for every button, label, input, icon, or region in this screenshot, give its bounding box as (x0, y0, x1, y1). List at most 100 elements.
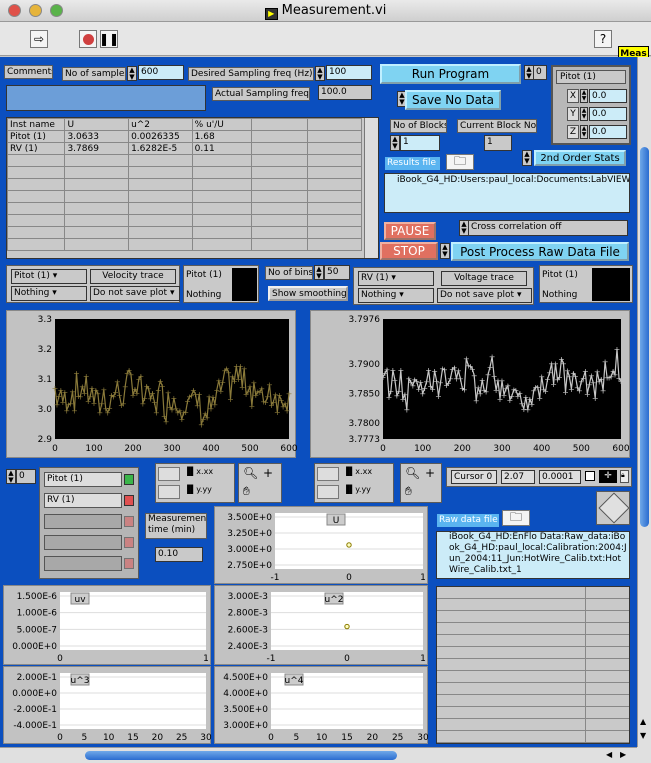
no-of-blocks-field[interactable]: 1 (400, 135, 440, 151)
left-mode-select[interactable]: Nothing ▾ (11, 286, 87, 301)
desired-freq-field[interactable]: 100 (326, 65, 372, 80)
instrument-toggle[interactable] (124, 495, 134, 506)
table-row[interactable] (6, 178, 363, 191)
run-arrow-button[interactable]: ⇨ (30, 30, 48, 48)
velocity-trace-select[interactable]: Velocity trace (90, 269, 176, 284)
comments-field[interactable] (6, 85, 206, 111)
help-button[interactable]: ? (594, 30, 612, 48)
cursor-tool-icon-right[interactable]: + (425, 466, 435, 480)
run-index-field[interactable]: 0 (533, 65, 547, 80)
table-row[interactable] (6, 166, 363, 179)
cursor-mover[interactable] (596, 491, 630, 525)
abort-button[interactable] (79, 30, 97, 48)
left-tool-palette[interactable]: 🔍︎ + ✋︎ (238, 463, 282, 503)
right-probe-select[interactable]: RV (1) ▾ (358, 271, 434, 286)
pan-tool-icon[interactable]: ✋︎ (243, 484, 250, 499)
instrument-spinner[interactable]: ▲ ▼ (6, 469, 16, 484)
cross-correlation-field[interactable]: Cross correlation off (468, 220, 628, 236)
probe-spinner-x[interactable]: ▲ ▼ (580, 89, 588, 103)
table-row[interactable] (6, 226, 363, 239)
horizontal-scrollbar[interactable]: ◀ ▶ (0, 747, 637, 763)
2nd-order-stats-button[interactable]: 2nd Order Stats (534, 150, 626, 166)
no-of-samples-field[interactable]: 600 (138, 65, 184, 80)
blocks-spinner[interactable]: ▲ ▼ (390, 135, 400, 151)
results-file-browse-button[interactable]: 🗀 (446, 154, 474, 170)
vertical-scrollbar[interactable]: ▲ ▼ (637, 57, 651, 747)
probe-spinner-y[interactable]: ▲ ▼ (580, 107, 588, 121)
vertical-scroll-thumb[interactable] (640, 147, 649, 527)
x-scale-control[interactable] (158, 467, 180, 481)
instrument-index-field[interactable]: 0 (16, 469, 36, 484)
resize-grip-icon[interactable] (637, 747, 651, 763)
cursor-name[interactable]: Cursor 0 (451, 470, 497, 484)
cursor-tool-icon[interactable]: + (263, 466, 273, 480)
stats-spinner[interactable]: ▲ ▼ (522, 150, 532, 166)
probe-value-y[interactable]: 0.0 (589, 107, 627, 121)
post-spinner[interactable]: ▲ ▼ (440, 243, 450, 259)
post-process-button[interactable]: Post Process Raw Data File (451, 242, 629, 261)
instrument-toggle[interactable] (124, 474, 134, 485)
voltage-trace-select[interactable]: Voltage trace (441, 271, 527, 286)
left-probe-select[interactable]: Pitot (1) ▾ (11, 269, 87, 284)
instrument-toggle[interactable] (124, 558, 134, 569)
x-format-icon-right[interactable]: ▐▌x.xx (343, 467, 372, 476)
instrument-item[interactable]: RV (1) (44, 493, 122, 508)
table-row[interactable] (6, 238, 363, 251)
table-row[interactable] (6, 202, 363, 215)
probe-spinner-z[interactable]: ▲ ▼ (580, 125, 588, 139)
save-no-data-button[interactable]: Save No Data (405, 90, 501, 110)
probe-value-z[interactable]: 0.0 (589, 125, 627, 139)
instrument-item[interactable] (44, 535, 122, 550)
diamond-icon[interactable] (598, 492, 630, 524)
y-scale-control[interactable] (158, 485, 180, 499)
table-row[interactable] (6, 214, 363, 227)
pause-button[interactable]: ❚❚ (99, 30, 119, 48)
stop-button[interactable]: STOP (380, 242, 438, 260)
freq-spinner[interactable]: ▲ ▼ (315, 66, 325, 81)
zoom-tool-icon[interactable]: 🔍︎ (243, 466, 258, 480)
right-tool-palette[interactable]: 🔍︎ + ✋︎ (400, 463, 442, 503)
pan-tool-icon-right[interactable]: ✋︎ (405, 484, 412, 499)
show-smoothing-button[interactable]: Show smoothing (268, 286, 348, 301)
crosshair-icon[interactable]: ✛ (599, 470, 617, 483)
run-program-button[interactable]: Run Program (380, 64, 521, 84)
right-mode-select[interactable]: Nothing ▾ (358, 288, 434, 303)
x-format-icon[interactable]: ▐▌x.xx (184, 467, 213, 476)
right-graph-palette[interactable]: ▐▌x.xx ▐▌y.yy (314, 463, 394, 503)
samples-spinner[interactable]: ▲ ▼ (127, 66, 137, 81)
x-scale-control-right[interactable] (317, 467, 339, 481)
instrument-item[interactable] (44, 556, 122, 571)
raw-data-path-field[interactable]: iBook_G4_HD:EnFlo Data:Raw_data:iBook_G4… (436, 531, 630, 579)
y-format-icon[interactable]: ▐▌y.yy (184, 485, 212, 494)
pause-button-panel[interactable]: PAUSE (384, 222, 436, 240)
table-header-cell: u^2 (128, 118, 193, 131)
results-path-field[interactable]: iBook_G4_HD:Users:paul_local:Documents:L… (384, 173, 630, 213)
instrument-item[interactable] (44, 514, 122, 529)
scroll-up-icon[interactable]: ▲ (640, 717, 646, 726)
left-save-select[interactable]: Do not save plot ▾ (90, 286, 180, 301)
scroll-down-icon[interactable]: ▼ (640, 731, 646, 740)
no-of-bins-field[interactable]: 50 (324, 265, 350, 280)
y-scale-control-right[interactable] (317, 485, 339, 499)
lock-icon[interactable]: 🔒︎ (620, 470, 629, 483)
measurement-time-field[interactable]: 0.10 (155, 547, 203, 562)
table-row[interactable] (6, 190, 363, 203)
probe-value-x[interactable]: 0.0 (589, 89, 627, 103)
bins-spinner[interactable]: ▲ ▼ (314, 265, 324, 280)
table-row[interactable]: RV (1) 3.7869 1.6282E-5 0.11 (6, 142, 363, 155)
zoom-tool-icon-right[interactable]: 🔍︎ (405, 466, 420, 480)
table-row[interactable] (6, 154, 363, 167)
instrument-toggle[interactable] (124, 516, 134, 527)
y-format-icon-right[interactable]: ▐▌y.yy (343, 485, 371, 494)
instrument-toggle[interactable] (124, 537, 134, 548)
cursor-style-icon[interactable] (585, 471, 595, 481)
scroll-right-icon[interactable]: ▶ (620, 750, 626, 759)
horizontal-scroll-thumb[interactable] (85, 751, 397, 760)
table-scrollbar[interactable] (364, 118, 378, 258)
raw-file-browse-button[interactable]: 🗀 (502, 510, 530, 526)
scroll-left-icon[interactable]: ◀ (606, 750, 612, 759)
table-row[interactable]: Pitot (1) 3.0633 0.0026335 1.68 (6, 130, 363, 143)
right-save-select[interactable]: Do not save plot ▾ (437, 288, 532, 303)
left-graph-palette[interactable]: ▐▌x.xx ▐▌y.yy (155, 463, 235, 503)
instrument-item[interactable]: Pitot (1) (44, 472, 122, 487)
